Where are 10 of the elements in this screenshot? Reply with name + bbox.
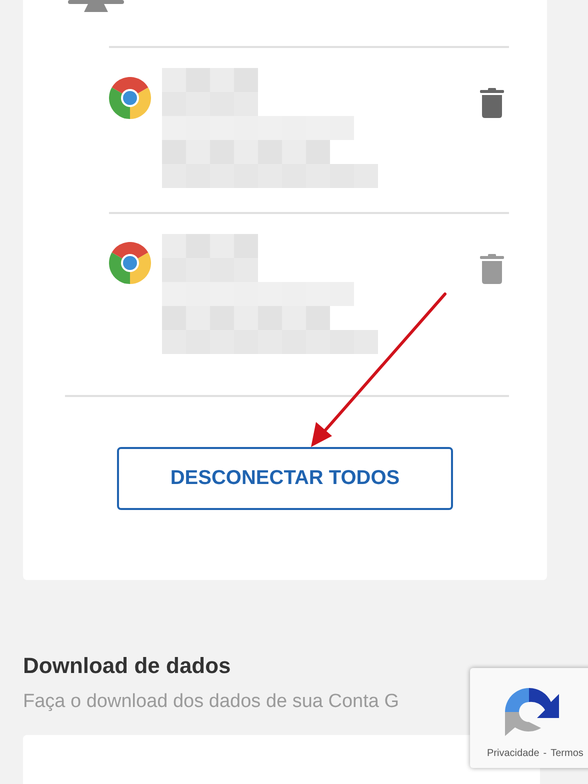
monitor-icon xyxy=(68,0,124,12)
section-title: Download de dados xyxy=(23,652,232,680)
terms-link[interactable]: Termos xyxy=(550,748,584,759)
browser-icon xyxy=(109,242,151,284)
trash-icon[interactable] xyxy=(480,88,504,118)
link-separator: - xyxy=(543,748,547,759)
disconnect-all-button[interactable]: DESCONECTAR TODOS xyxy=(117,447,453,510)
browser-icon xyxy=(109,77,151,119)
privacy-link[interactable]: Privacidade xyxy=(487,748,540,759)
section-description: Faça o download dos dados de sua Conta G xyxy=(23,690,400,714)
